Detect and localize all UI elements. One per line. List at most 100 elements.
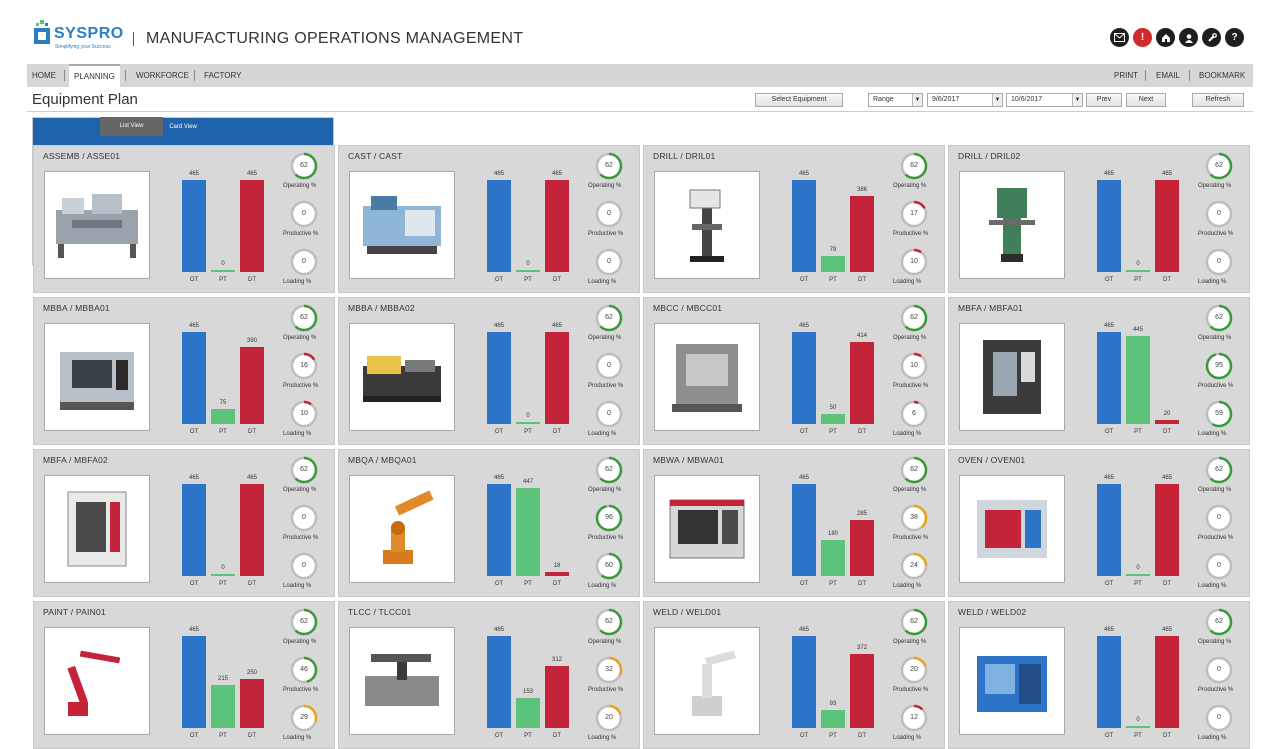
equipment-card[interactable]: MBBA / MBBA01 465 OT 75 PT 390 DT 62 Operating %… [33, 297, 335, 445]
productive-gauge: 38 Productive % [893, 503, 929, 541]
equipment-card[interactable]: MBQA / MBQA01 465 OT 447 PT 18 DT 62 Operating %… [338, 449, 640, 597]
pt-bar-label: PT [524, 581, 532, 587]
loading-value: 60 [605, 562, 613, 569]
operating-label: Operating % [588, 335, 622, 341]
productive-value: 96 [605, 514, 613, 521]
next-button[interactable]: Next [1126, 93, 1166, 107]
equipment-card[interactable]: DRILL / DRIL02 465 OT 0 PT 465 DT 62 Operating %… [948, 145, 1250, 293]
wrench-icon[interactable] [1202, 28, 1221, 47]
pt-bar-value: 50 [829, 405, 837, 411]
operating-gauge: 62 Operating % [1198, 151, 1234, 189]
equipment-card[interactable]: MBFA / MBFA01 465 OT 445 PT 20 DT 62 Operating %… [948, 297, 1250, 445]
ot-bar-value: 465 [188, 475, 199, 481]
operating-label: Operating % [1198, 487, 1232, 493]
print-link[interactable]: PRINT [1114, 64, 1138, 87]
equipment-card[interactable]: ASSEMB / ASSE01 465 OT 0 PT 465 DT 62 Operating … [33, 145, 335, 293]
user-icon[interactable] [1179, 28, 1198, 47]
to-date-picker[interactable]: 10/6/2017 ▼ [1006, 93, 1083, 107]
chevron-down-icon: ▼ [1072, 94, 1082, 106]
nav-home[interactable]: HOME [27, 64, 61, 87]
loading-gauge: 6 Loading % [893, 399, 929, 437]
productive-label: Productive % [283, 687, 319, 693]
equipment-card[interactable]: PAINT / PAIN01 465 OT 215 PT 250 DT 62 Operating… [33, 601, 335, 749]
header-divider [133, 32, 134, 46]
ot-bar-label: OT [189, 277, 199, 283]
dt-bar-value: 465 [1161, 475, 1172, 481]
from-date-value: 9/6/2017 [932, 96, 960, 103]
productive-gauge: 46 Productive % [283, 655, 319, 693]
nav-separator [1189, 70, 1190, 81]
dt-bar-value: 18 [553, 563, 561, 569]
from-date-picker[interactable]: 9/6/2017 ▼ [927, 93, 1003, 107]
email-link[interactable]: EMAIL [1156, 64, 1180, 87]
productive-value: 0 [607, 362, 611, 369]
help-icon[interactable]: ? [1225, 28, 1244, 47]
equipment-card[interactable]: MBCC / MBCC01 465 OT 50 PT 414 DT 62 Operating %… [643, 297, 945, 445]
equipment-bar-chart: 465 OT 180 PT 285 DT [784, 468, 884, 593]
injection-molder-image [357, 332, 447, 422]
nav-factory[interactable]: FACTORY [199, 64, 247, 87]
alert-icon[interactable]: ! [1133, 28, 1152, 47]
refresh-button[interactable]: Refresh [1192, 93, 1244, 107]
syspro-logo[interactable]: SYSPRO Simplifying your Success [32, 16, 124, 50]
operating-gauge: 62 Operating % [893, 151, 929, 189]
operating-value: 62 [605, 618, 613, 625]
equipment-card[interactable]: TLCC / TLCC01 465 OT 153 PT 312 DT 62 Operating … [338, 601, 640, 749]
equipment-card[interactable]: MBBA / MBBA02 465 OT 0 PT 465 DT 62 Operating % 0… [338, 297, 640, 445]
dt-bar-label: DT [553, 733, 561, 739]
productive-label: Productive % [893, 535, 929, 541]
ot-bar [182, 636, 206, 728]
equipment-card[interactable]: MBFA / MBFA02 465 OT 0 PT 465 DT 62 Operating % 0… [33, 449, 335, 597]
ot-bar-label: OT [494, 733, 504, 739]
operating-value: 62 [1215, 162, 1223, 169]
pt-bar-value: 0 [221, 565, 225, 571]
kpi-gauges: 62 Operating % 0 Productive % 0 Loading % [1198, 150, 1247, 292]
list-view-button[interactable]: List View [100, 117, 163, 136]
kpi-gauges: 62 Operating % 0 Productive % 0 Loading % [283, 150, 332, 292]
equipment-card[interactable]: OVEN / OVEN01 465 OT 0 PT 465 DT 62 Operating % 0… [948, 449, 1250, 597]
dt-bar-label: DT [248, 581, 256, 587]
equipment-photo-frame [44, 323, 150, 431]
productive-value: 0 [1217, 514, 1221, 521]
range-select[interactable]: Range ▼ [868, 93, 923, 107]
equipment-card[interactable]: WELD / WELD01 465 OT 93 PT 372 DT 62 Operating %… [643, 601, 945, 749]
pt-bar-value: 75 [219, 400, 227, 406]
equipment-photo-frame [959, 627, 1065, 735]
operating-label: Operating % [893, 487, 927, 493]
operating-value: 62 [1215, 466, 1223, 473]
equipment-card-title: TLCC / TLCC01 [348, 607, 412, 617]
pt-bar-value: 0 [1136, 565, 1140, 571]
envelope-icon[interactable] [1110, 28, 1129, 47]
prev-button[interactable]: Prev [1086, 93, 1122, 107]
equipment-card-title: WELD / WELD01 [653, 607, 722, 617]
productive-label: Productive % [893, 687, 929, 693]
nav-separator [64, 70, 65, 81]
equipment-photo-frame [349, 627, 455, 735]
pt-bar-label: PT [524, 733, 532, 739]
ot-bar-label: OT [494, 581, 504, 587]
dt-bar-label: DT [1163, 277, 1171, 283]
ot-bar-value: 465 [493, 627, 504, 633]
operating-label: Operating % [1198, 639, 1232, 645]
ot-bar [1097, 332, 1121, 424]
ot-bar-value: 465 [798, 475, 809, 481]
home-icon[interactable] [1156, 28, 1175, 47]
ot-bar-label: OT [494, 429, 504, 435]
equipment-card[interactable]: MBWA / MBWA01 465 OT 180 PT 285 DT 62 Operating … [643, 449, 945, 597]
bookmark-link[interactable]: BOOKMARK [1199, 64, 1245, 87]
nav-planning[interactable]: PLANNING [69, 64, 120, 88]
select-equipment-button[interactable]: Select Equipment [755, 93, 843, 107]
pt-bar-value: 180 [827, 531, 838, 537]
assembly-line-image [52, 180, 142, 270]
dt-bar-value: 465 [246, 171, 257, 177]
equipment-card[interactable]: WELD / WELD02 465 OT 0 PT 465 DT 62 Operating % 0… [948, 601, 1250, 749]
equipment-bar-chart: 465 OT 0 PT 465 DT [1089, 468, 1189, 593]
nav-workforce[interactable]: WORKFORCE [131, 64, 194, 87]
dt-bar [1155, 180, 1179, 272]
main-nav: HOME PLANNING WORKFORCE FACTORY PRINT EM… [27, 64, 1253, 88]
equipment-card[interactable]: CAST / CAST 465 OT 0 PT 465 DT 62 Operating % 0 Pr… [338, 145, 640, 293]
ot-bar-value: 465 [798, 627, 809, 633]
equipment-card[interactable]: DRILL / DRIL01 465 OT 79 PT 386 DT 62 Operating … [643, 145, 945, 293]
operating-value: 62 [605, 162, 613, 169]
dt-bar-value: 386 [856, 187, 867, 193]
